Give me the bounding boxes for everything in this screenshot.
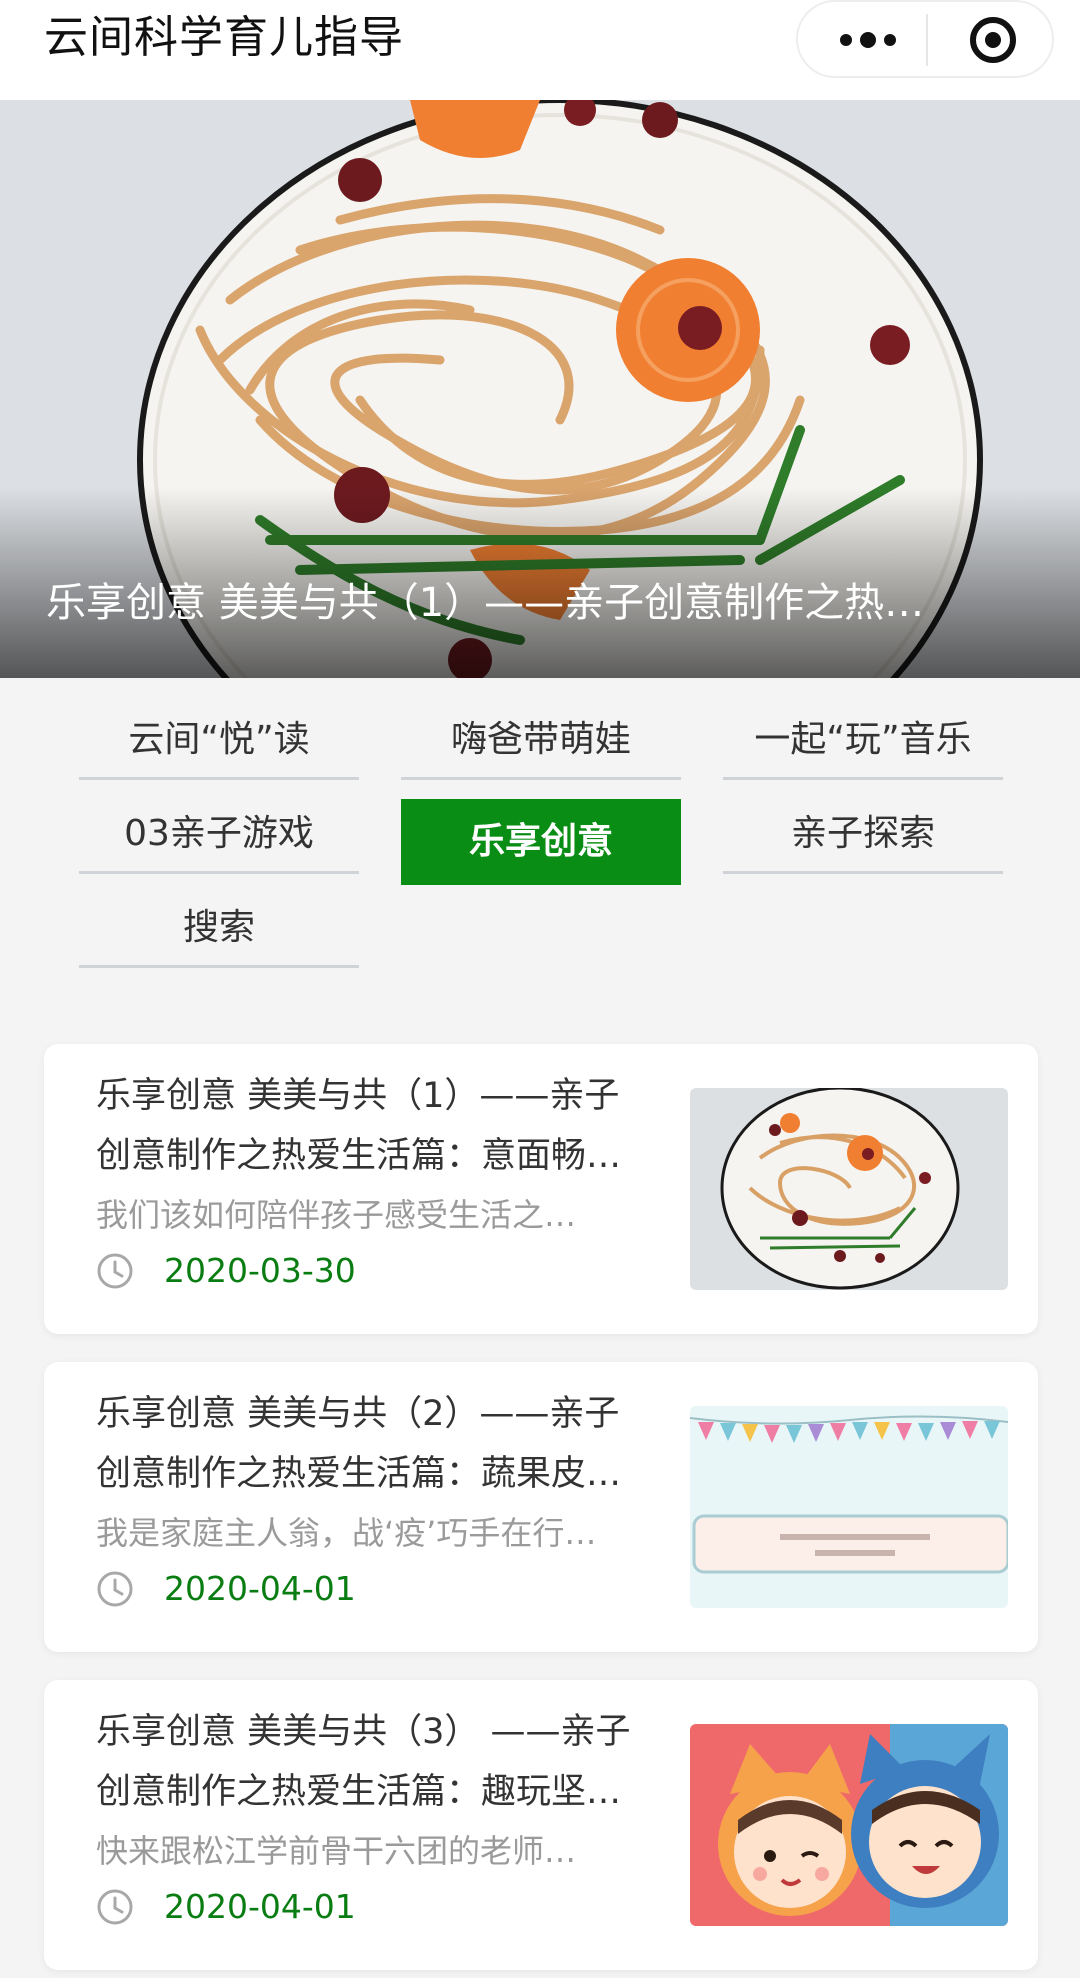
more-dots-icon[interactable] [828,16,908,64]
clock-icon [97,1253,133,1289]
target-circle-icon[interactable] [966,16,1020,64]
article-title-line2: 创意制作之热爱生活篇：趣玩坚… [96,1772,622,1812]
hero-banner[interactable]: 乐享创意 美美与共（1）——亲子创意制作之热爱生活篇：意面畅想 [0,100,1080,678]
article-title-line2: 创意制作之热爱生活篇：意面畅… [96,1136,622,1176]
category-creative[interactable]: 乐享创意 [401,799,681,885]
hero-caption: 乐享创意 美美与共（1）——亲子创意制作之热爱生活篇：意面畅想 [46,580,946,626]
mini-program-capsule [796,0,1054,78]
category-search[interactable]: 搜索 [79,888,359,968]
capsule-divider [926,14,928,66]
clock-icon [97,1571,133,1607]
article-card[interactable]: 乐享创意 美美与共（1）——亲子 创意制作之热爱生活篇：意面畅… 我们该如何陪伴… [44,1044,1038,1334]
category-explore[interactable]: 亲子探索 [723,794,1003,874]
article-date: 2020-04-01 [164,1887,356,1926]
article-description: 快来跟松江学前骨干六团的老师… [96,1832,577,1870]
category-games[interactable]: 03亲子游戏 [79,794,359,874]
article-description: 我是家庭主人翁，战‘疫’巧手在行… [96,1514,597,1552]
clock-icon [97,1889,133,1925]
article-card[interactable]: 乐享创意 美美与共（2）——亲子 创意制作之热爱生活篇：蔬果皮… 我是家庭主人翁… [44,1362,1038,1652]
article-thumbnail[interactable] [690,1088,1008,1290]
article-date: 2020-04-01 [164,1569,356,1608]
category-music[interactable]: 一起“玩”音乐 [723,700,1003,780]
category-yuedu[interactable]: 云间“悦”读 [79,700,359,780]
article-thumbnail[interactable] [690,1724,1008,1926]
article-title-line1: 乐享创意 美美与共（1）——亲子 [96,1076,620,1116]
page-title: 云间科学育儿指导 [44,12,404,63]
article-card[interactable]: 乐享创意 美美与共（3） ——亲子 创意制作之热爱生活篇：趣玩坚… 快来跟松江学… [44,1680,1038,1970]
category-haiba[interactable]: 嗨爸带萌娃 [401,700,681,780]
article-title-line1: 乐享创意 美美与共（3） ——亲子 [96,1712,631,1752]
article-title-line2: 创意制作之热爱生活篇：蔬果皮… [96,1454,622,1494]
article-date: 2020-03-30 [164,1251,356,1290]
app-header: 云间科学育儿指导 [0,0,1080,100]
article-description: 我们该如何陪伴孩子感受生活之… [96,1196,577,1234]
article-thumbnail[interactable] [690,1406,1008,1608]
article-title-line1: 乐享创意 美美与共（2）——亲子 [96,1394,620,1434]
